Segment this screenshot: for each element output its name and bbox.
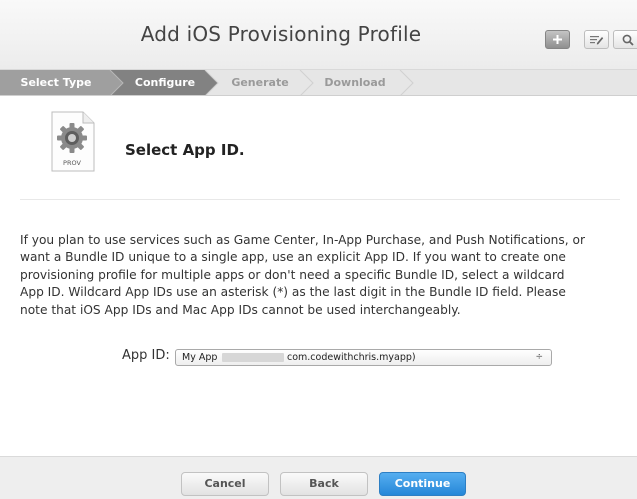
- step-select-type: Select Type: [20, 76, 92, 89]
- add-button[interactable]: [545, 30, 570, 49]
- plus-icon: [553, 35, 562, 44]
- cancel-button[interactable]: Cancel: [181, 472, 269, 496]
- edit-icon: [590, 36, 604, 45]
- select-arrows-icon: ÷: [535, 352, 543, 362]
- app-id-label: App ID:: [122, 348, 170, 363]
- page-title: Add iOS Provisioning Profile: [140, 22, 422, 46]
- divider: [20, 199, 620, 200]
- search-icon: [622, 34, 634, 46]
- app-id-select[interactable]: My App com.codewithchris.myapp) ÷: [175, 349, 552, 366]
- step-configure: Configure: [134, 76, 196, 89]
- edit-button[interactable]: [584, 30, 609, 49]
- step-generate: Generate: [231, 76, 289, 89]
- section-title: Select App ID.: [125, 141, 245, 159]
- app-id-selected-bundle: com.codewithchris.myapp): [287, 352, 416, 363]
- provisioning-profile-icon: PROV: [51, 111, 95, 172]
- back-button[interactable]: Back: [280, 472, 368, 496]
- step-progress-bar: Select Type Configure Generate Download: [0, 70, 637, 96]
- prov-icon-label: PROV: [63, 159, 81, 167]
- app-id-selected-name: My App: [182, 352, 218, 363]
- redacted-app-id: [222, 353, 284, 362]
- description-text: If you plan to use services such as Game…: [20, 233, 585, 317]
- step-download: Download: [324, 76, 386, 89]
- search-button[interactable]: [613, 30, 637, 49]
- continue-button[interactable]: Continue: [379, 472, 466, 496]
- footer-bar: Cancel Back Continue: [0, 456, 637, 499]
- page-header: Add iOS Provisioning Profile: [0, 0, 637, 70]
